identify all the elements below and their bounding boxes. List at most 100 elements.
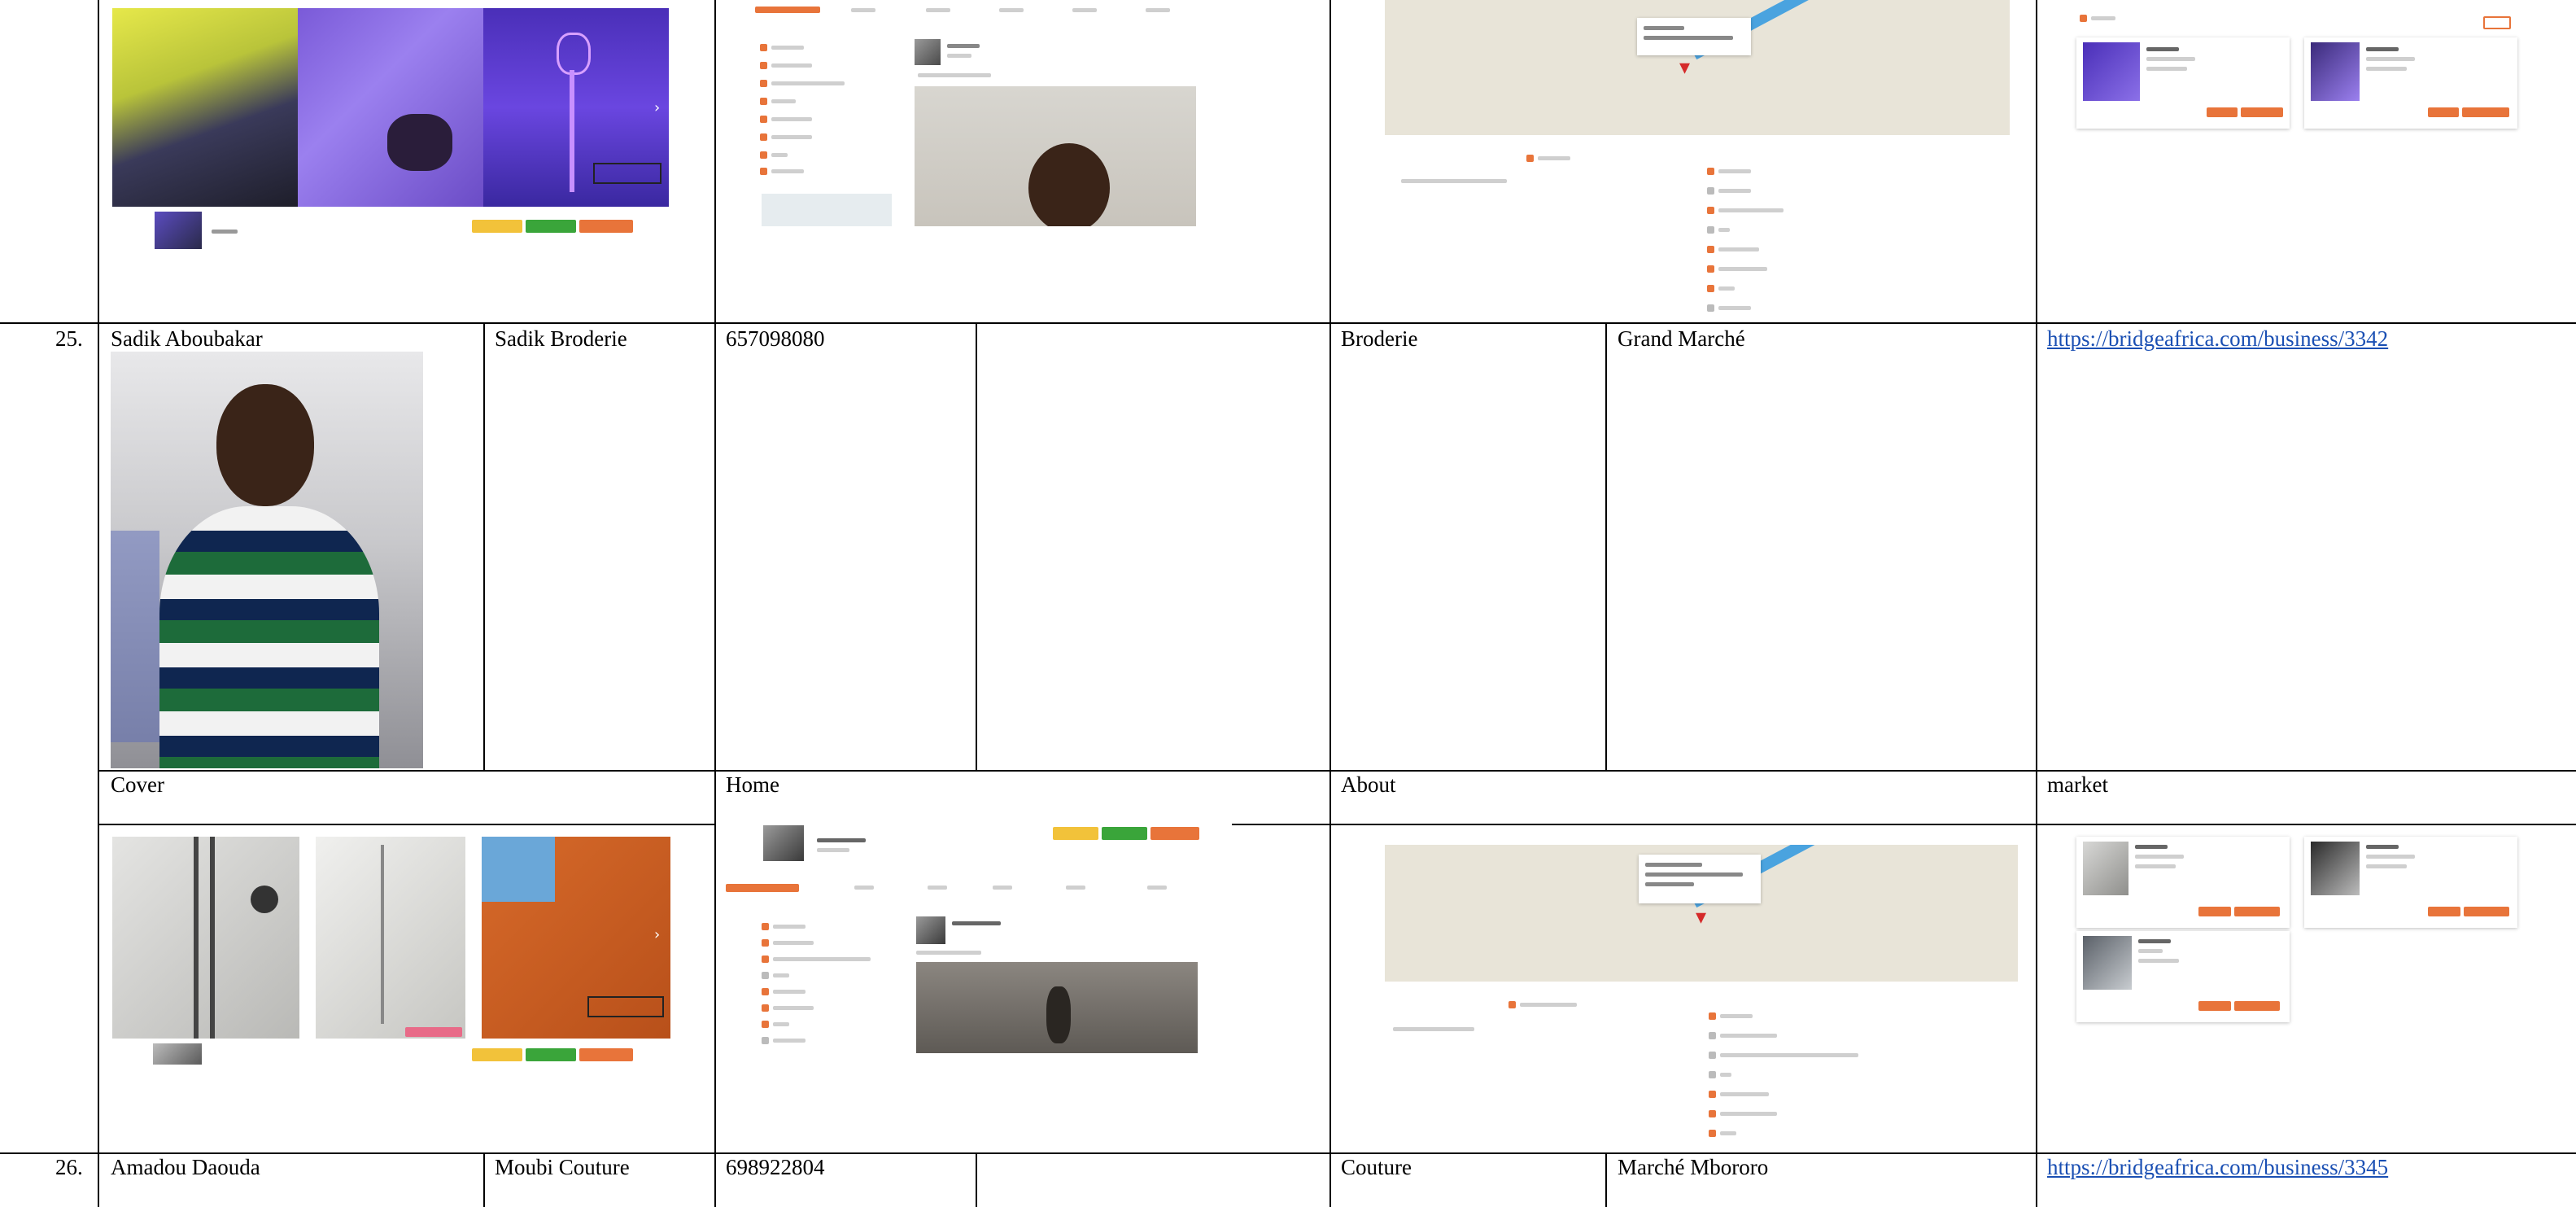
nav-tab[interactable]	[1147, 886, 1167, 890]
home-screenshot	[755, 0, 1232, 226]
owner-name: Amadou Daouda	[111, 1155, 260, 1179]
col-divider	[1605, 1152, 1607, 1207]
product-card[interactable]	[2304, 837, 2517, 928]
info-icon	[1707, 168, 1714, 175]
action-button[interactable]	[2483, 16, 2511, 29]
business-icon	[1526, 155, 1534, 162]
info-icon	[760, 44, 767, 51]
nav-tab[interactable]	[851, 8, 875, 12]
nav-tab[interactable]	[1146, 8, 1170, 12]
row-divider	[0, 322, 2576, 324]
mini-map	[762, 194, 892, 226]
avatar	[915, 39, 941, 65]
business-link-anchor[interactable]: https://bridgeafrica.com/business/3342	[2047, 326, 2388, 351]
info-icon	[762, 1037, 769, 1044]
product-card[interactable]	[2076, 837, 2290, 928]
product-photo	[2311, 842, 2360, 895]
action-button[interactable]	[2198, 1001, 2231, 1011]
screenshot-label-cover: Cover	[111, 772, 164, 797]
col-divider	[1605, 322, 1607, 770]
business-link-anchor[interactable]: https://bridgeafrica.com/business/3345	[2047, 1155, 2388, 1179]
product-card[interactable]	[2076, 37, 2290, 129]
info-icon	[760, 116, 767, 123]
phone-icon	[760, 133, 767, 141]
nav-tab-active[interactable]	[755, 7, 820, 13]
nav-tab[interactable]	[999, 8, 1024, 12]
action-button[interactable]	[526, 220, 576, 233]
info-icon	[760, 168, 767, 175]
embroidery-photo	[298, 8, 483, 207]
info-icon	[762, 988, 769, 995]
col-divider	[714, 0, 716, 1207]
row-number: 25.	[55, 326, 83, 351]
action-button[interactable]	[2234, 1001, 2280, 1011]
info-icon	[1709, 1091, 1716, 1098]
map-pin-icon	[1707, 207, 1714, 214]
action-button[interactable]	[2462, 107, 2509, 117]
nav-tab-active[interactable]	[726, 884, 799, 892]
action-button[interactable]	[1150, 827, 1199, 840]
col-divider	[976, 1152, 977, 1207]
screenshot-label-market: market	[2047, 772, 2108, 797]
nav-tab[interactable]	[993, 886, 1012, 890]
map-pin-icon	[1709, 1052, 1716, 1059]
nav-tab[interactable]	[1072, 8, 1097, 12]
action-button[interactable]	[2207, 107, 2238, 117]
phone-icon	[762, 1004, 769, 1012]
business-category: Couture	[1341, 1155, 1412, 1179]
business-link[interactable]: https://bridgeafrica.com/business/3342	[2047, 326, 2388, 352]
action-button[interactable]	[2428, 107, 2459, 117]
action-button[interactable]	[2428, 907, 2460, 916]
action-button[interactable]	[2234, 907, 2280, 916]
info-icon	[762, 939, 769, 947]
product-photo	[2083, 936, 2132, 990]
avatar	[153, 1043, 202, 1065]
product-photo	[2083, 42, 2140, 101]
avatar	[763, 825, 804, 861]
info-icon	[760, 98, 767, 105]
action-button[interactable]	[2241, 107, 2283, 117]
action-button[interactable]	[2198, 907, 2231, 916]
carousel-arrow-icon[interactable]: ›	[654, 99, 660, 116]
market-location: Marché Mbororo	[1618, 1155, 1769, 1179]
map-pin-icon: ▾	[1679, 55, 1691, 80]
col-divider	[976, 322, 977, 770]
info-icon	[1707, 226, 1714, 234]
product-card[interactable]	[2304, 37, 2517, 129]
action-button[interactable]	[579, 220, 633, 233]
product-card[interactable]	[2076, 931, 2290, 1022]
avatar	[155, 212, 202, 249]
business-category: Broderie	[1341, 326, 1418, 351]
info-icon	[762, 972, 769, 979]
business-link[interactable]: https://bridgeafrica.com/business/3345	[2047, 1154, 2388, 1180]
col-divider	[483, 1152, 485, 1207]
row-number: 26.	[55, 1155, 83, 1179]
action-button[interactable]	[472, 1048, 522, 1061]
owner-name: Sadik Aboubakar	[111, 326, 263, 351]
action-button[interactable]	[526, 1048, 576, 1061]
nav-tab[interactable]	[926, 8, 950, 12]
action-button[interactable]	[1102, 827, 1147, 840]
info-icon	[762, 923, 769, 930]
home-screenshot	[724, 820, 1232, 1053]
action-button[interactable]	[579, 1048, 633, 1061]
info-icon	[1707, 187, 1714, 195]
business-name: Moubi Couture	[495, 1155, 630, 1179]
business-icon	[1508, 1001, 1516, 1008]
col-divider	[1329, 0, 1331, 1207]
action-button[interactable]	[1053, 827, 1098, 840]
product-photo	[2311, 42, 2360, 101]
action-button[interactable]	[2464, 907, 2509, 916]
nav-tab[interactable]	[928, 886, 947, 890]
col-divider	[483, 322, 485, 770]
carousel-arrow-icon[interactable]: ›	[654, 926, 660, 943]
nav-tab[interactable]	[1066, 886, 1085, 890]
action-button[interactable]	[472, 220, 522, 233]
embroidery-photo	[112, 8, 298, 207]
product-photo	[916, 962, 1198, 1053]
nav-tab[interactable]	[854, 886, 874, 890]
row-divider	[1232, 824, 2576, 825]
info-icon	[1709, 1071, 1716, 1078]
avatar	[916, 916, 945, 944]
info-icon	[760, 151, 767, 159]
